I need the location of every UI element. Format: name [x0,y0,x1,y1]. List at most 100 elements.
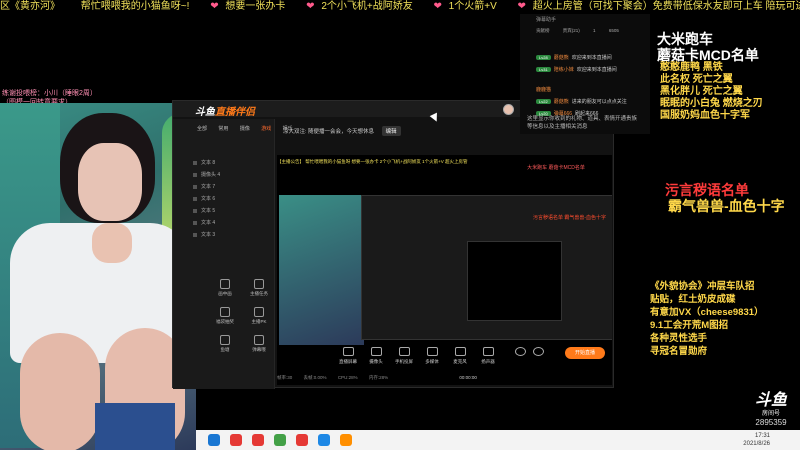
top-marquee: 区《黄亦河》 帮忙喂喂我的小猫鱼呀~! ❤ 想要一张办卡 ❤ 2个小飞机+战阿娇… [0,0,800,14]
preview-overlay-title: 大米跑车 蘑菇卡MCD名单 [527,165,585,171]
overlay-name: 此名权 死亡之翼 [660,74,733,85]
streamer-task-button[interactable]: 主播任务 [247,279,271,297]
overlay-title: 大米跑车 蘑菇卡MCD名单 [657,32,759,63]
rules-line: 寻冠名冒勋府 [650,346,708,357]
camera-button[interactable]: 摄像头 [363,347,389,365]
media-button[interactable]: 多媒体 [419,347,445,365]
chat-message: Lv31 陪练小妹 欢迎来到本直播间 [536,66,617,73]
scene-item[interactable]: 文本 7 [192,181,220,193]
chat-message: 鹿鹿猫 [536,87,552,93]
preview-overlay-tag: 污言秽语名单 霸气兽兽-血色十字 [532,215,606,221]
status-item: 丢帧:0.00% [303,375,327,380]
preview-nested-window-2 [467,241,562,321]
marquee-seg-0: 区《黄亦河》 [0,1,60,12]
status-item: 内存:28% [368,375,389,380]
gear-icon [532,347,544,356]
app-icon[interactable] [318,434,330,446]
marquee-seg-3: 2个小飞机+战阿娇友 [321,1,413,12]
scene-item[interactable]: 摄像头 4 [192,169,220,181]
start-stream-button[interactable]: 开始直播 [565,347,605,359]
app-icon[interactable] [230,434,242,446]
rules-line: 贴贴，红土奶皮成碟 [650,294,736,305]
douyu-app-icon[interactable] [340,434,352,446]
scene-item[interactable]: 文本 8 [192,157,220,169]
lucky-bag-button[interactable]: 福袋抽奖 [213,307,237,325]
picture-in-picture-button[interactable]: 画中画 [213,279,237,297]
wechat-icon[interactable] [274,434,286,446]
pk-icon [254,307,264,317]
speaker-button[interactable]: 扬声器 [475,347,501,365]
clock-date: 2021/8/26 [743,441,770,447]
tab-game[interactable]: 游戏 [261,126,271,132]
overlay-name-list: 憨憨鹿鸭 黑铁 此名权 死亡之翼 黑化胖儿 死亡之翼 眠眠的小白兔 燃烧之刃 国… [660,62,763,122]
edit-notice-button[interactable]: 编辑 [381,126,401,136]
fish-pond-button[interactable]: 鱼塘 [213,335,237,353]
play-icon [426,347,438,356]
status-item: 帧率:30 [277,375,293,380]
marquee-seg-4: 1个火箭+V [448,1,497,12]
overlay-name: 黑化胖儿 死亡之翼 [660,86,743,97]
webcam-feed [0,103,196,450]
scene-item[interactable]: 文本 3 [192,229,220,241]
record-icon [514,347,526,356]
stat-item: 1 [593,28,596,33]
task-icon [254,279,264,289]
fish-icon [220,335,230,345]
douyu-watermark: 斗鱼 房间号 2895359 [745,392,797,428]
phone-icon [398,347,410,356]
avatar[interactable] [503,104,514,115]
stat-item: 6505 [608,28,619,33]
app-icon[interactable] [252,434,264,446]
marquee-seg-5: 超火上房管（可找下聚会）免费带低保水友即可上车 陪玩可进组 [532,1,800,12]
screen-capture-button[interactable]: 直播屏幕 [335,347,361,365]
overlay-title-line1: 大米跑车 [657,31,713,47]
phone-cast-button[interactable]: 手机投屏 [391,347,417,365]
room-id: 2895359 [755,418,787,427]
scene-item[interactable]: 文本 6 [192,193,220,205]
stream-timer: 00:00:00 [459,375,477,380]
microphone-icon [454,347,466,356]
scene-item[interactable]: 文本 5 [192,205,220,217]
microphone-button[interactable]: 麦克风 [447,347,473,365]
overlay-name: 国服奶妈血色十字军 [660,110,750,121]
overlay-title-2-sub: 霸气兽兽-血色十字 [668,198,785,214]
overlay-name: 憨憨鹿鸭 黑铁 [660,62,723,73]
streaming-app-window: 斗鱼直播伴侣 全部 常用 摄像 游戏 娱乐 文本 8 摄像头 4 文本 7 文本… [172,100,615,389]
notice-text: 凉大双注: 随便播一会会，今天想休息 [283,129,375,135]
tab-all[interactable]: 全部 [197,126,207,132]
app-icon[interactable] [296,434,308,446]
clock-time: 17:31 [754,433,770,439]
heart-icon: ❤ [517,1,526,12]
stream-notice: 凉大双注: 随便播一会会，今天想休息 编辑 [283,126,401,136]
overlay-rules: 《外貌协会》冲层车队招 贴贴，红土奶皮成碟 有意加VX（cheese9831） … [650,280,764,358]
settings-button[interactable] [525,347,551,359]
chat-message: Lv22 蘑菇熊 进来的朋友可以点点关注 [536,98,627,105]
streamer-pk-button[interactable]: 主播PK [247,307,271,325]
douyu-logo: 斗鱼 [754,392,787,409]
pip-icon [220,279,230,289]
browser-icon[interactable] [208,434,220,446]
system-clock: 17:31 2021/8/26 [743,432,770,448]
room-label: 房间号 [761,411,780,417]
stat-item[interactable]: 贡献榜 [536,28,550,33]
chat-header: 弹幕助手 [536,17,557,23]
scene-panel: 全部 常用 摄像 游戏 娱乐 文本 8 摄像头 4 文本 7 文本 6 文本 5… [173,119,293,389]
stat-item[interactable]: 贵宾(21) [563,28,580,33]
rules-line: 《外貌协会》冲层车队招 [650,281,755,292]
scene-item[interactable]: 文本 4 [192,217,220,229]
chat-message: Lv28 蘑菇熊 欢迎来到本直播间 [536,54,612,61]
overlay-title-line2: 蘑菇卡MCD名单 [657,47,759,63]
marquee-seg-1: 帮忙喂喂我的小猫鱼呀~! [80,1,190,12]
heart-icon: ❤ [433,1,442,12]
windows-taskbar: 17:31 2021/8/26 [196,430,800,450]
marquee-seg-2: 想要一张办卡 [225,1,286,12]
rules-line: 各种灵性选手 [650,333,708,344]
app-logo: 斗鱼直播伴侣 [195,107,255,118]
preview-webcam [279,195,364,345]
status-line: 帧率:30 丢帧:0.00% CPU:28% 内存:28% 00:00:00 [277,375,612,381]
danmaku-button[interactable]: 弹幕哦 [247,335,271,353]
tab-common[interactable]: 常用 [218,126,228,132]
chat-hint: 这里显示你收到的礼物、道具、表情开通贵族等信息以及主播相关消息 [527,116,638,130]
control-bar: 直播屏幕 摄像头 手机投屏 多媒体 麦克风 扬声器 开始直播 帧率:30 丢帧:… [277,339,612,387]
tab-camera[interactable]: 摄像 [240,126,250,132]
